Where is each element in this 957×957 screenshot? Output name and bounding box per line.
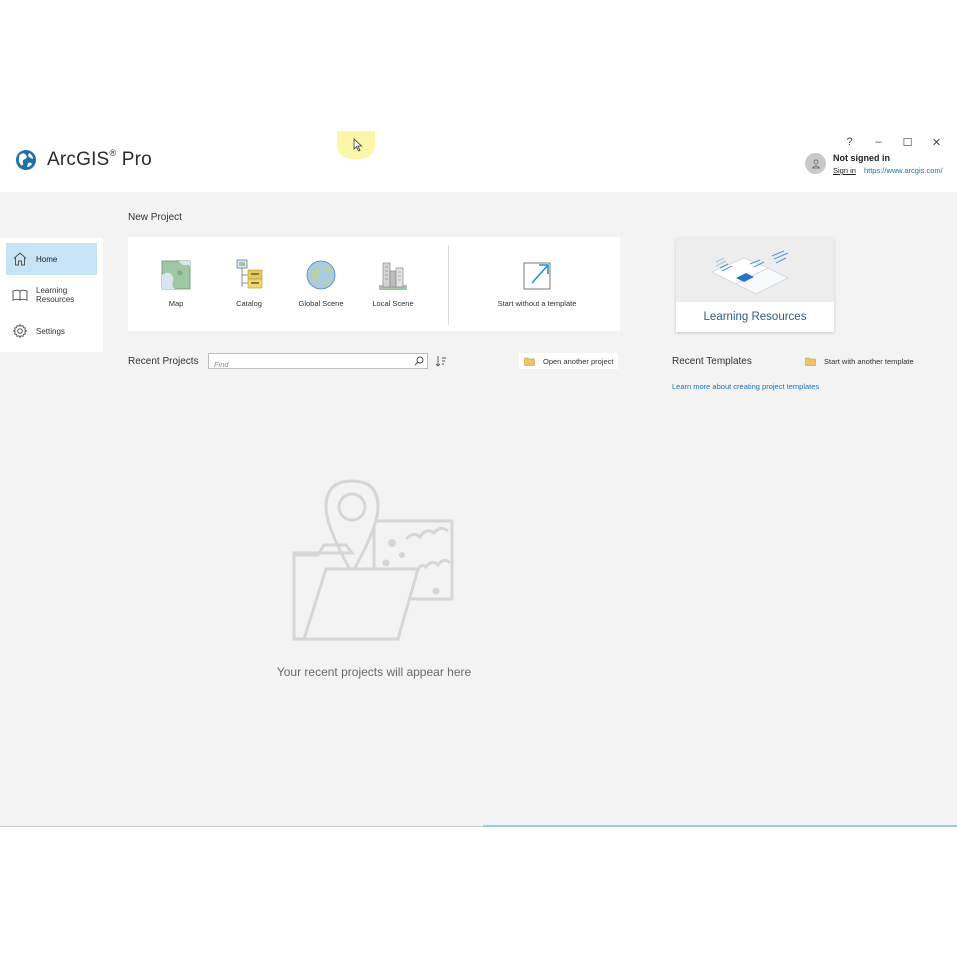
start-with-another-template-button[interactable]: Start with another template [801,353,918,369]
sidebar: Home Learning Resources Settings [0,238,103,352]
learning-resources-card[interactable]: Learning Resources [676,238,834,332]
user-info: Not signed in Sign in https://www.arcgis… [833,153,943,175]
app-title: ArcGIS® Pro [47,148,152,170]
empty-projects-illustration [292,479,454,641]
avatar[interactable] [805,153,826,174]
sort-icon[interactable] [435,355,447,367]
start-with-another-template-label: Start with another template [824,356,914,366]
new-project-arrow-icon [523,262,551,290]
open-book-icon [711,250,789,295]
portal-url-link[interactable]: https://www.arcgis.com/ [864,166,943,175]
brand: ArcGIS® Pro [15,148,152,171]
open-another-project-label: Open another project [543,356,614,366]
new-project-panel: Map Catalog Global Scene Local Scene Sta… [128,237,620,331]
find-input[interactable] [209,357,405,372]
empty-projects-message: Your recent projects will appear here [276,665,472,679]
catalog-icon [236,259,263,289]
find-box [208,353,428,372]
minimize-button[interactable]: – [864,133,893,151]
template-label: Start without a template [497,299,577,308]
title-bar: ArcGIS® Pro ? – ☐ ✕ Not signed in Sign i… [0,131,957,192]
user-icon [811,159,820,168]
template-label: Local Scene [372,299,414,308]
mouse-cursor-icon [353,138,363,152]
help-button[interactable]: ? [835,133,864,151]
local-scene-icon [379,262,407,290]
sidebar-item-label: Settings [36,326,65,336]
sidebar-item-label: Home [36,254,58,264]
learn-more-templates-link[interactable]: Learn more about creating project templa… [672,382,819,391]
sidebar-item-learning-resources[interactable]: Learning Resources [6,279,97,311]
home-icon [13,252,27,266]
user-area: Not signed in Sign in https://www.arcgis… [805,153,943,175]
panel-divider [448,245,449,325]
template-label: Global Scene [298,299,344,308]
progress-accent-line [483,825,957,827]
recent-projects-title: Recent Projects [128,356,199,367]
user-status: Not signed in [833,153,890,163]
new-project-title: New Project [128,212,182,223]
sidebar-item-settings[interactable]: Settings [6,315,97,347]
map-icon [161,260,191,290]
template-local-scene[interactable]: Local Scene [358,259,428,308]
folder-icon [524,357,535,366]
arcgis-pro-window: ArcGIS® Pro ? – ☐ ✕ Not signed in Sign i… [0,131,957,827]
template-catalog[interactable]: Catalog [214,259,284,308]
template-global-scene[interactable]: Global Scene [286,259,356,308]
sign-in-link[interactable]: Sign in [833,166,856,175]
learning-resources-art [676,238,834,302]
template-label: Map [168,299,184,308]
globe-icon [306,260,336,290]
arcgis-globe-icon [16,150,36,170]
gear-icon [12,323,28,339]
recent-templates-title: Recent Templates [672,356,752,367]
template-label: Catalog [236,299,262,308]
learning-resources-label: Learning Resources [703,311,807,323]
template-map[interactable]: Map [141,259,211,308]
start-without-template-button[interactable]: Start without a template [487,259,587,308]
sidebar-item-home[interactable]: Home [6,243,97,275]
maximize-button[interactable]: ☐ [893,133,922,151]
search-icon[interactable] [414,356,424,366]
book-icon [12,289,28,301]
sidebar-item-label: Learning Resources [36,286,75,304]
close-button[interactable]: ✕ [922,133,951,151]
folder-icon [805,357,816,366]
open-another-project-button[interactable]: Open another project [519,353,619,369]
window-controls: ? – ☐ ✕ [835,133,951,151]
